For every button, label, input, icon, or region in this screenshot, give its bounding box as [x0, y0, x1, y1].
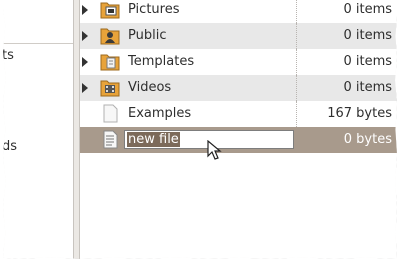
- folder-pictures-icon: [100, 2, 120, 19]
- file-size: 0 items: [343, 2, 392, 17]
- sidebar-header: [3, 0, 73, 44]
- text-file-icon: [103, 130, 118, 149]
- list-item-selected[interactable]: new file 0 bytes plair: [80, 127, 397, 153]
- expand-arrow-icon[interactable]: [82, 57, 88, 67]
- expand-arrow-icon[interactable]: [82, 31, 88, 41]
- folder-public-icon: [100, 28, 120, 45]
- folder-templates-icon: [100, 54, 120, 71]
- expand-arrow-icon[interactable]: [82, 5, 88, 15]
- rename-selected-text[interactable]: new file: [127, 132, 180, 147]
- file-list-empty-area[interactable]: [80, 153, 397, 259]
- file-list: Pictures 0 items folde Public 0 items fo…: [80, 0, 397, 259]
- file-name: Videos: [128, 80, 172, 95]
- file-manager-window: ts ds Pictures 0 items folde: [3, 0, 397, 259]
- sidebar-item-label[interactable]: ts: [3, 48, 14, 63]
- list-item[interactable]: Templates 0 items folde: [80, 49, 397, 75]
- file-name: Templates: [128, 54, 195, 69]
- file-size: 0 items: [343, 28, 392, 43]
- list-item[interactable]: Public 0 items folde: [80, 23, 397, 49]
- expand-arrow-icon[interactable]: [82, 83, 88, 93]
- folder-videos-icon: [100, 80, 120, 97]
- mouse-pointer-icon: [207, 140, 222, 160]
- list-item[interactable]: Pictures 0 items folde: [80, 0, 397, 23]
- list-item[interactable]: Videos 0 items folde: [80, 75, 397, 101]
- list-item[interactable]: Examples 167 bytes desk: [80, 101, 397, 127]
- file-size: 167 bytes: [327, 106, 392, 121]
- sidebar-item-label[interactable]: ds: [3, 139, 17, 154]
- desktop-file-icon: [103, 104, 118, 123]
- file-name: Examples: [128, 106, 192, 121]
- file-size: 0 items: [343, 54, 392, 69]
- sidebar: ts ds: [3, 0, 74, 259]
- file-name: Public: [128, 28, 167, 43]
- file-size: 0 items: [343, 80, 392, 95]
- file-name: Pictures: [128, 2, 180, 17]
- file-size: 0 bytes: [343, 132, 392, 147]
